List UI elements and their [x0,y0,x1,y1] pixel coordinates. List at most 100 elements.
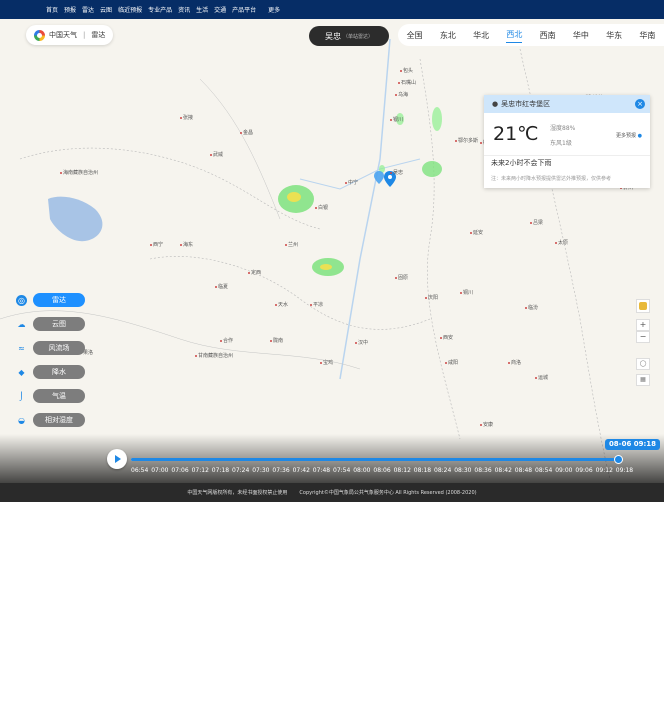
timeline-tick[interactable]: 07:54 [333,467,350,474]
footer-left: 中国天气网版权所有，未经书面授权禁止使用 [187,490,288,496]
city-label: 武威 [210,151,223,158]
layer-humidity[interactable]: ◒ 相对湿度 [16,412,85,428]
timeline-tick[interactable]: 08:18 [414,467,431,474]
chevron-right-icon: ● [637,133,642,139]
layer-button[interactable]: 雷达 [33,293,85,307]
nav-item[interactable]: 专业产品 [148,5,172,14]
timeline-tick[interactable]: 07:06 [171,467,188,474]
legend-toggle-icon[interactable] [636,299,650,313]
nav-item[interactable]: 首页 [46,5,58,14]
nav-item[interactable]: 云图 [100,5,112,14]
tab-region[interactable]: 西北 [506,27,523,43]
yellow-river [339,38,391,380]
layer-thermometer[interactable]: ⌡ 气温 [16,388,85,404]
city-label: 西安 [440,334,453,341]
layer-button[interactable]: 气温 [33,389,85,403]
nav-item[interactable]: 产品平台 [232,5,256,14]
timeline-tick[interactable]: 07:24 [232,467,249,474]
layer-button[interactable]: 云图 [33,317,85,331]
zoom-out-button[interactable]: − [636,331,650,343]
current-time-badge: 08-06 09:18 [605,439,660,450]
timeline-tick[interactable]: 08:48 [515,467,532,474]
nav-item[interactable]: 生活 [196,5,208,14]
timeline-tick[interactable]: 08:42 [495,467,512,474]
city-label: 张掖 [180,114,193,121]
radar-icon: ◎ [16,294,27,306]
city-label: 金昌 [240,129,253,136]
brand-section: 雷达 [91,31,106,39]
timeline-tick[interactable]: 08:30 [454,467,471,474]
play-button[interactable] [107,449,127,469]
timeline-tick[interactable]: 07:00 [151,467,168,474]
timeline-tick[interactable]: 08:54 [535,467,552,474]
layer-cloud[interactable]: ☁ 云图 [16,316,85,332]
nav-item[interactable]: 临近预报 [118,5,142,14]
city-label: 石嘴山 [398,79,416,86]
layer-button[interactable]: 风流场 [33,341,85,355]
city-label: 鄂尔多斯 [455,137,478,144]
city-label: 定西 [248,269,261,276]
city-label: 甘南藏族自治州 [195,352,233,359]
timeline-tick[interactable]: 09:18 [616,467,633,474]
timeline-tick[interactable]: 09:06 [575,467,592,474]
timeline-tick[interactable]: 07:30 [252,467,269,474]
nav-more[interactable]: 更多 [268,5,280,14]
timeline-tick[interactable]: 09:00 [555,467,572,474]
timeline-track[interactable] [131,455,624,464]
timeline-tick[interactable]: 07:12 [192,467,209,474]
city-label: 宝鸡 [320,359,333,366]
timeline-tick[interactable]: 08:06 [373,467,390,474]
tab-region[interactable]: 华北 [473,28,489,43]
close-icon[interactable]: × [635,99,645,109]
popup-wind: 东风1级 [550,140,572,147]
city-selector[interactable]: 吴忠 （单站雷达） [309,26,389,46]
timeline-handle[interactable] [614,455,624,464]
nav-item[interactable]: 交通 [214,5,226,14]
city-label: 白银 [315,204,328,211]
city-label: 运城 [535,374,548,381]
timeline-tick[interactable]: 06:54 [131,467,148,474]
layer-wind[interactable]: ≈ 风流场 [16,340,85,356]
timeline-tick[interactable]: 09:12 [596,467,613,474]
tab-region[interactable]: 华东 [606,28,622,43]
layer-button[interactable]: 相对湿度 [33,413,85,427]
timeline-tick[interactable]: 08:12 [394,467,411,474]
timeline-tick[interactable]: 07:18 [212,467,229,474]
timeline-tick[interactable]: 07:36 [272,467,289,474]
tab-region[interactable]: 全国 [407,28,423,43]
timeline-tick[interactable]: 07:48 [313,467,330,474]
more-forecast-link[interactable]: 更多预报 ● [616,132,642,139]
location-pin-icon: ● [492,100,499,108]
tab-region[interactable]: 东北 [440,28,456,43]
layer-button[interactable]: 降水 [33,365,85,379]
layers-icon[interactable]: ▦ [636,374,650,386]
tab-region[interactable]: 西南 [540,28,556,43]
weather-logo-icon [34,29,45,41]
city-label: 包头 [400,67,413,74]
city-label: 太原 [555,239,568,246]
tab-region[interactable]: 华中 [573,28,589,43]
zoom-in-button[interactable]: + [636,319,650,331]
radar-map[interactable]: 银川吴忠中宁固原兰州西宁定西天水平凉庆阳延安榆林鄂尔多斯包头呼和浩特乌海石嘴山白… [0,19,664,483]
layer-radar[interactable]: ◎ 雷达 [16,292,85,308]
tab-region[interactable]: 华南 [639,28,655,43]
timeline-tick[interactable]: 07:42 [293,467,310,474]
brand-badge[interactable]: 中国天气 | 雷达 [26,25,114,45]
nav-item[interactable]: 雷达 [82,5,94,14]
city-label: 庆阳 [425,294,438,301]
nav-item[interactable]: 预报 [64,5,76,14]
location-popup: ● 吴忠市红寺堡区 × 21℃ 湿度88% 东风1级 更多预报 ● 未来2小时不… [484,95,650,188]
timeline-tick[interactable]: 08:24 [434,467,451,474]
city-label: 中宁 [345,179,358,186]
city-label: 乌海 [395,91,408,98]
city-label: 海南藏族自治州 [60,169,98,176]
timeline-tick[interactable]: 08:00 [353,467,370,474]
zoom-controls: + − [636,319,650,343]
wind-icon: ≈ [18,343,25,353]
city-label: 兰州 [285,241,298,248]
layer-rain[interactable]: ◆ 降水 [16,364,85,380]
locate-icon[interactable]: ◯ [636,358,650,370]
timeline-tick[interactable]: 08:36 [474,467,491,474]
region-tabs: 全国 东北 华北 西北 西南 华中 华东 华南 [398,24,664,46]
nav-item[interactable]: 资讯 [178,5,190,14]
